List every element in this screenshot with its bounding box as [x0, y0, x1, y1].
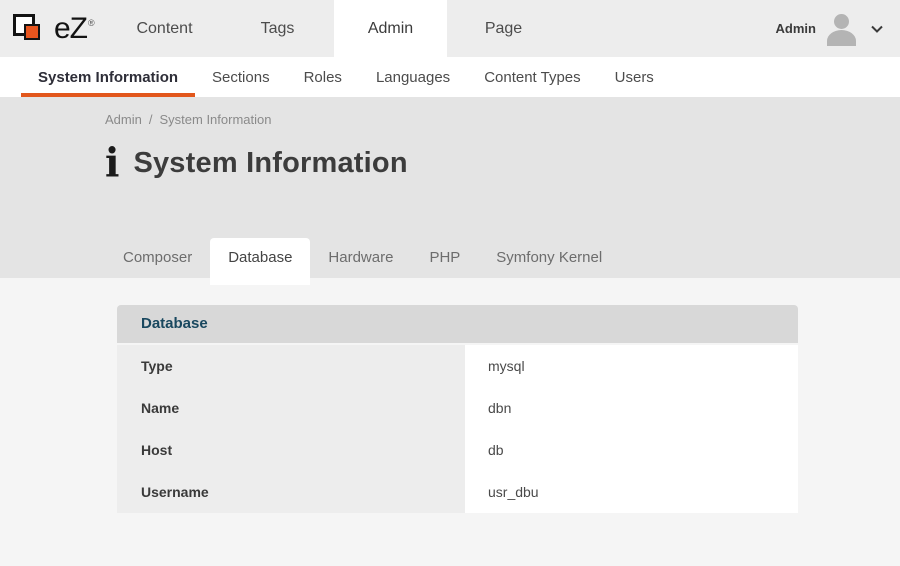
panel-title: Database — [117, 305, 798, 343]
main-nav-content[interactable]: Content — [108, 0, 221, 57]
table-row: Type mysql — [117, 345, 798, 387]
row-label-username: Username — [117, 471, 465, 513]
subnav-content-types[interactable]: Content Types — [467, 57, 597, 97]
table-row: Name dbn — [117, 387, 798, 429]
main-nav-page[interactable]: Page — [447, 0, 560, 57]
subnav-sections[interactable]: Sections — [195, 57, 287, 97]
tab-hardware[interactable]: Hardware — [310, 238, 411, 278]
breadcrumb: Admin / System Information — [105, 97, 900, 127]
row-label-type: Type — [117, 345, 465, 387]
page-title: System Information — [133, 147, 407, 180]
tab-content-area: Database Type mysql Name dbn Host db Use… — [0, 278, 900, 566]
subnav-users[interactable]: Users — [598, 57, 671, 97]
top-bar: eZ ® Content Tags Admin Page Admin — [0, 0, 900, 57]
title-row: i System Information — [105, 144, 900, 182]
breadcrumb-separator: / — [149, 112, 153, 127]
avatar-icon — [825, 12, 859, 46]
admin-sub-nav: System Information Sections Roles Langua… — [0, 57, 900, 97]
tab-database[interactable]: Database — [210, 238, 310, 285]
registered-trademark: ® — [88, 18, 95, 28]
chevron-down-icon — [868, 20, 886, 38]
tab-composer[interactable]: Composer — [105, 238, 210, 278]
table-row: Username usr_dbu — [117, 471, 798, 513]
main-nav: Content Tags Admin Page — [108, 0, 560, 57]
row-value-username: usr_dbu — [465, 471, 798, 513]
row-value-name: dbn — [465, 387, 798, 429]
main-nav-tags[interactable]: Tags — [221, 0, 334, 57]
info-icon: i — [105, 143, 119, 183]
breadcrumb-admin[interactable]: Admin — [105, 112, 142, 127]
user-name: Admin — [776, 21, 816, 36]
row-value-host: db — [465, 429, 798, 471]
subnav-roles[interactable]: Roles — [287, 57, 359, 97]
breadcrumb-system-information: System Information — [159, 112, 271, 127]
tab-symfony-kernel[interactable]: Symfony Kernel — [478, 238, 620, 278]
logo-text: eZ — [54, 14, 87, 44]
ez-logo[interactable]: eZ ® — [0, 0, 108, 57]
row-label-name: Name — [117, 387, 465, 429]
row-value-type: mysql — [465, 345, 798, 387]
ez-logo-icon — [13, 12, 53, 46]
row-label-host: Host — [117, 429, 465, 471]
tab-php[interactable]: PHP — [411, 238, 478, 278]
logo-orange-square — [24, 24, 40, 40]
subnav-languages[interactable]: Languages — [359, 57, 467, 97]
main-nav-admin[interactable]: Admin — [334, 0, 447, 57]
page-header: Admin / System Information i System Inform… — [0, 97, 900, 278]
panel-body: Type mysql Name dbn Host db Username usr… — [117, 345, 798, 513]
database-panel: Database Type mysql Name dbn Host db Use… — [117, 305, 798, 513]
table-row: Host db — [117, 429, 798, 471]
system-info-tabs: Composer Database Hardware PHP Symfony K… — [105, 238, 620, 278]
user-menu[interactable]: Admin — [776, 0, 900, 57]
subnav-system-information[interactable]: System Information — [21, 57, 195, 97]
